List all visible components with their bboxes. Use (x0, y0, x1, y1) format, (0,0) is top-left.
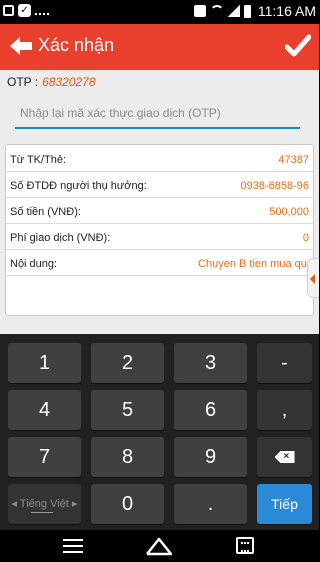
transaction-details: Từ TK/Thẻ: 47387 Số ĐTDĐ người thụ hưởng… (5, 144, 314, 316)
keyboard-icon[interactable] (236, 537, 254, 554)
menu-icon[interactable] (63, 539, 83, 553)
key-dot[interactable]: . (174, 484, 247, 524)
detail-value: 47387 (278, 154, 309, 166)
detail-label: Số tiền (VNĐ): (10, 206, 81, 218)
checkmark-icon[interactable] (285, 34, 311, 58)
next-key[interactable]: Tiếp (257, 484, 312, 524)
detail-label: Từ TK/Thẻ: (10, 154, 67, 166)
numeric-keyboard: 1 2 3 - 4 5 6 , 7 8 9 × ◂ Tiếng Việt ▸ 0… (0, 334, 319, 530)
key-8[interactable]: 8 (91, 437, 164, 477)
status-left-icons: ✓ (3, 4, 49, 17)
arrow-left-icon[interactable] (10, 36, 32, 56)
language-underline (31, 512, 53, 513)
language-key[interactable]: ◂ Tiếng Việt ▸ (8, 484, 81, 524)
key-4[interactable]: 4 (8, 390, 81, 430)
otp-row: OTP :68320278 (7, 75, 96, 89)
navigation-bar (0, 530, 319, 562)
key-2[interactable]: 2 (91, 343, 164, 383)
detail-row-account: Từ TK/Thẻ: 47387 (6, 150, 313, 172)
backspace-icon: × (274, 451, 295, 463)
page-title: Xác nhận (38, 35, 115, 55)
key-9[interactable]: 9 (174, 437, 247, 477)
language-label: ◂ Tiếng Việt ▸ (11, 497, 78, 510)
key-0[interactable]: 0 (91, 484, 164, 524)
confirmation-content: OTP :68320278 Từ TK/Thẻ: 47387 Số ĐTDĐ n… (0, 70, 319, 334)
key-5[interactable]: 5 (91, 390, 164, 430)
detail-row-fee: Phí giao dịch (VNĐ): 0 (6, 228, 313, 250)
key-3[interactable]: 3 (174, 343, 247, 383)
detail-value: 500,000 (269, 206, 309, 218)
key-1[interactable]: 1 (8, 343, 81, 383)
otp-label: OTP : (7, 75, 39, 89)
battery-icon (243, 4, 251, 18)
key-6[interactable]: 6 (174, 390, 247, 430)
screenshot-icon (3, 5, 14, 16)
key-minus[interactable]: - (257, 343, 312, 383)
detail-row-content: Nội dung: Chuyen B tien mua qua (6, 254, 313, 276)
detail-row-amount: Số tiền (VNĐ): 500,000 (6, 202, 313, 224)
voicemail-icon (35, 7, 49, 15)
detail-value: 0 (302, 232, 309, 244)
detail-label: Nội dung: (10, 258, 58, 270)
otp-value: 68320278 (42, 75, 96, 89)
status-right-icons: 11:16 AM (193, 3, 316, 19)
check-notification-icon: ✓ (18, 4, 31, 17)
status-time: 11:16 AM (257, 3, 316, 19)
detail-value: 0938-6858-96 (240, 180, 309, 192)
key-7[interactable]: 7 (8, 437, 81, 477)
side-drawer-handle[interactable] (307, 258, 319, 298)
detail-label: Số ĐTDĐ người thụ hưởng: (10, 180, 147, 192)
key-comma[interactable]: , (257, 390, 312, 430)
signal-icon (227, 5, 240, 17)
detail-label: Phí giao dịch (VNĐ): (10, 232, 111, 244)
detail-value: Chuyen B tien mua qua (198, 258, 313, 270)
home-icon[interactable] (145, 536, 173, 556)
backspace-key[interactable]: × (257, 437, 312, 477)
wifi-icon (209, 5, 224, 17)
header-bar: Xác nhận (0, 24, 319, 70)
otp-input[interactable] (15, 103, 300, 129)
status-bar: ✓ 11:16 AM (0, 0, 319, 24)
notification-icon (193, 5, 206, 17)
detail-row-phone: Số ĐTDĐ người thụ hưởng: 0938-6858-96 (6, 176, 313, 198)
